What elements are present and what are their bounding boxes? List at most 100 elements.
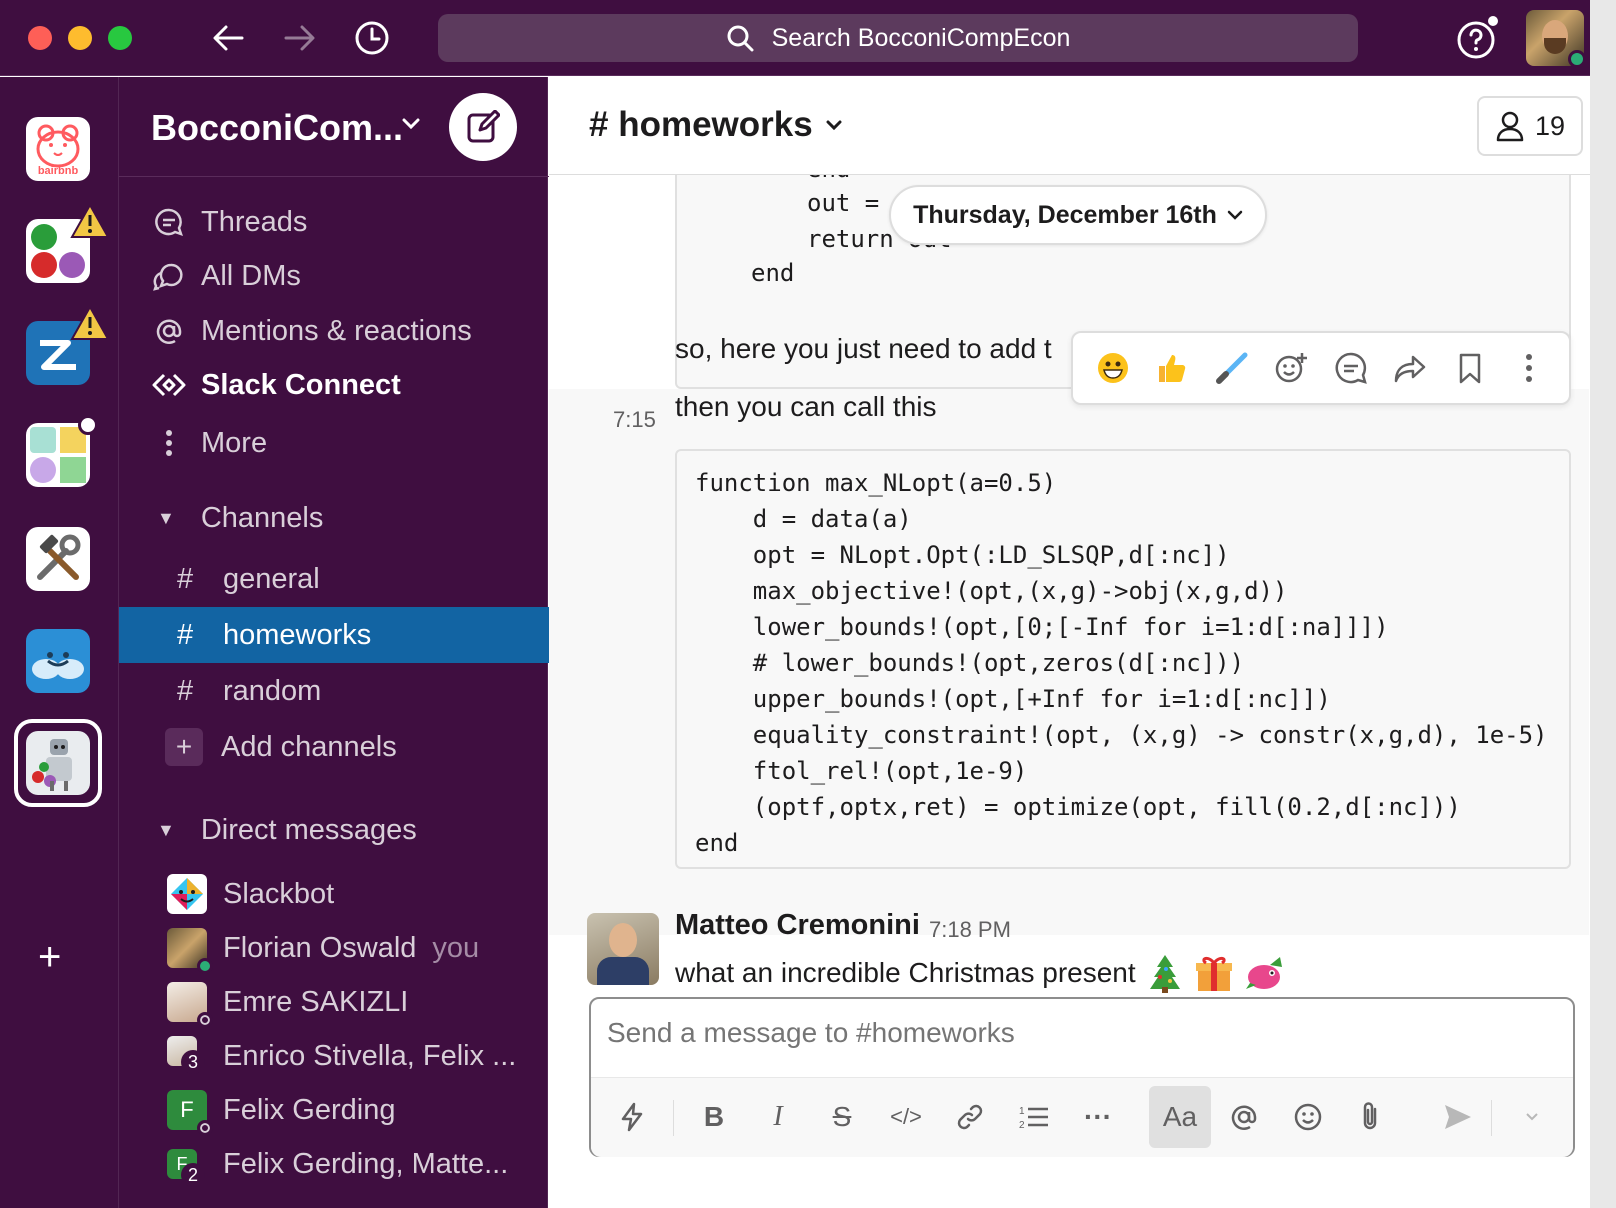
add-channels-button[interactable]: + Add channels — [119, 719, 549, 775]
nav-threads[interactable]: Threads — [151, 199, 307, 245]
channel-view: # homeworks 19 end out = return out end … — [549, 77, 1616, 1208]
message-text: so, here you just need to add t — [675, 333, 1052, 364]
nav-label: Threads — [201, 205, 308, 238]
dm-felix-gerding[interactable]: F Felix Gerding — [119, 1083, 549, 1137]
workspace-airbnb[interactable]: bairbnb — [26, 117, 90, 181]
search-bar[interactable]: Search BocconiCompEcon — [438, 14, 1358, 62]
dm-slackbot[interactable]: Slackbot — [119, 867, 549, 921]
dm-label: Emre SAKIZLI — [223, 985, 409, 1018]
forward-arrow-icon[interactable] — [280, 18, 320, 58]
away-status-dot — [197, 1012, 213, 1028]
channel-homeworks[interactable]: # homeworks — [119, 607, 549, 663]
dm-emre-sakizli[interactable]: Emre SAKIZLI — [119, 975, 549, 1029]
svg-text:1: 1 — [1019, 1106, 1025, 1117]
mention-at-icon[interactable] — [1213, 1086, 1275, 1148]
workspace-name[interactable]: BocconiCom... — [151, 107, 403, 149]
connect-icon — [151, 372, 187, 398]
message-timestamp[interactable]: 7:15 — [613, 407, 656, 433]
channels-section-header[interactable]: ▼ Channels — [157, 495, 323, 541]
nav-label: All DMs — [201, 259, 301, 292]
nav-slack-connect[interactable]: Slack Connect — [151, 362, 401, 408]
add-workspace-button[interactable]: + — [38, 937, 61, 977]
dm-group-felix[interactable]: F 2 Felix Gerding, Matte... — [119, 1137, 549, 1191]
author-name[interactable]: Matteo Cremonini — [675, 909, 920, 942]
thumbs-up-emoji-icon[interactable] — [1149, 345, 1195, 391]
channel-label: random — [223, 674, 322, 707]
caret-down-icon: ▼ — [157, 819, 175, 840]
numbered-list-icon[interactable]: 12 — [1003, 1086, 1065, 1148]
formatting-label: Aa — [1162, 1101, 1198, 1132]
message-composer: B I S </> 12 ··· Aa — [589, 997, 1575, 1157]
workspace-bocconi[interactable] — [26, 731, 90, 795]
member-count-badge: 2 — [181, 1163, 205, 1187]
you-suffix: you — [432, 931, 480, 964]
italic-icon[interactable]: I — [747, 1086, 809, 1148]
author-avatar[interactable] — [587, 913, 659, 985]
history-clock-icon[interactable] — [352, 18, 392, 58]
dm-section-header[interactable]: ▼ Direct messages — [157, 807, 417, 853]
attachment-paperclip-icon[interactable] — [1339, 1086, 1401, 1148]
bold-icon[interactable]: B — [683, 1086, 745, 1148]
nav-all-dms[interactable]: All DMs — [151, 253, 301, 299]
online-status-dot — [197, 958, 213, 974]
date-divider[interactable]: Thursday, December 16th — [889, 185, 1267, 245]
more-actions-icon[interactable] — [1506, 345, 1552, 391]
nav-mentions[interactable]: Mentions & reactions — [151, 308, 472, 354]
message-input[interactable] — [607, 1017, 1547, 1049]
message-text: what an incredible Christmas present — [675, 953, 1286, 993]
dm-group-enrico[interactable]: 3 Enrico Stivella, Felix ... — [119, 1029, 549, 1083]
workspace-tools[interactable] — [26, 527, 90, 591]
avatar-initial: F — [180, 1097, 194, 1122]
channel-general[interactable]: # general — [119, 551, 549, 607]
message-text: then you can call this — [675, 391, 937, 422]
dm-label: Enrico Stivella, Felix ... — [223, 1039, 517, 1072]
shortcuts-lightning-icon[interactable] — [601, 1086, 663, 1148]
send-icon[interactable] — [1427, 1086, 1489, 1148]
notification-dot — [1486, 14, 1500, 28]
workspace-cloud[interactable] — [26, 629, 90, 693]
share-forward-icon[interactable] — [1387, 345, 1433, 391]
plus-icon: + — [165, 728, 203, 766]
back-arrow-icon[interactable] — [208, 18, 248, 58]
window-edge — [1590, 0, 1616, 1208]
code-icon[interactable]: </> — [875, 1086, 937, 1148]
workspace-shapes[interactable] — [26, 423, 90, 487]
gift-emoji-icon — [1194, 953, 1234, 993]
add-reaction-icon[interactable] — [1268, 345, 1314, 391]
threads-icon — [151, 207, 187, 237]
send-options-chevron-icon[interactable] — [1501, 1086, 1563, 1148]
close-window-button[interactable] — [28, 26, 52, 50]
channel-random[interactable]: # random — [119, 663, 549, 719]
compose-button[interactable] — [449, 93, 517, 161]
felix-avatar: F — [167, 1090, 213, 1136]
nav-more[interactable]: More — [151, 420, 267, 466]
online-status-dot — [1568, 50, 1586, 68]
partying-face-emoji-icon — [1244, 953, 1286, 993]
more-formatting-icon[interactable]: ··· — [1067, 1086, 1129, 1148]
members-button[interactable]: 19 — [1477, 96, 1583, 156]
hash-icon: # — [177, 562, 194, 595]
message-body: what an incredible Christmas present — [675, 957, 1136, 988]
dm-florian-oswald[interactable]: Florian Oswald you — [119, 921, 549, 975]
chevron-down-icon[interactable] — [401, 117, 421, 136]
emoji-icon[interactable] — [1277, 1086, 1339, 1148]
formatting-toggle-button[interactable]: Aa — [1149, 1086, 1211, 1148]
more-vertical-icon — [151, 428, 187, 458]
away-status-dot — [197, 1120, 213, 1136]
link-icon[interactable] — [939, 1086, 1001, 1148]
section-label: Direct messages — [200, 813, 417, 846]
lightsaber-emoji-icon[interactable] — [1209, 345, 1255, 391]
date-label: Thursday, December 16th — [913, 200, 1217, 229]
member-count: 19 — [1534, 110, 1566, 141]
strikethrough-icon[interactable]: S — [811, 1086, 873, 1148]
reply-thread-icon[interactable] — [1328, 345, 1374, 391]
message-timestamp[interactable]: 7:18 PM — [929, 917, 1011, 943]
channel-title-button[interactable]: # homeworks — [589, 105, 843, 145]
channel-title: # homeworks — [589, 105, 813, 144]
warning-icon — [70, 202, 110, 239]
maximize-window-button[interactable] — [108, 26, 132, 50]
grinning-emoji-icon[interactable] — [1090, 345, 1136, 391]
caret-down-icon: ▼ — [157, 507, 175, 528]
minimize-window-button[interactable] — [68, 26, 92, 50]
bookmark-icon[interactable] — [1447, 345, 1493, 391]
